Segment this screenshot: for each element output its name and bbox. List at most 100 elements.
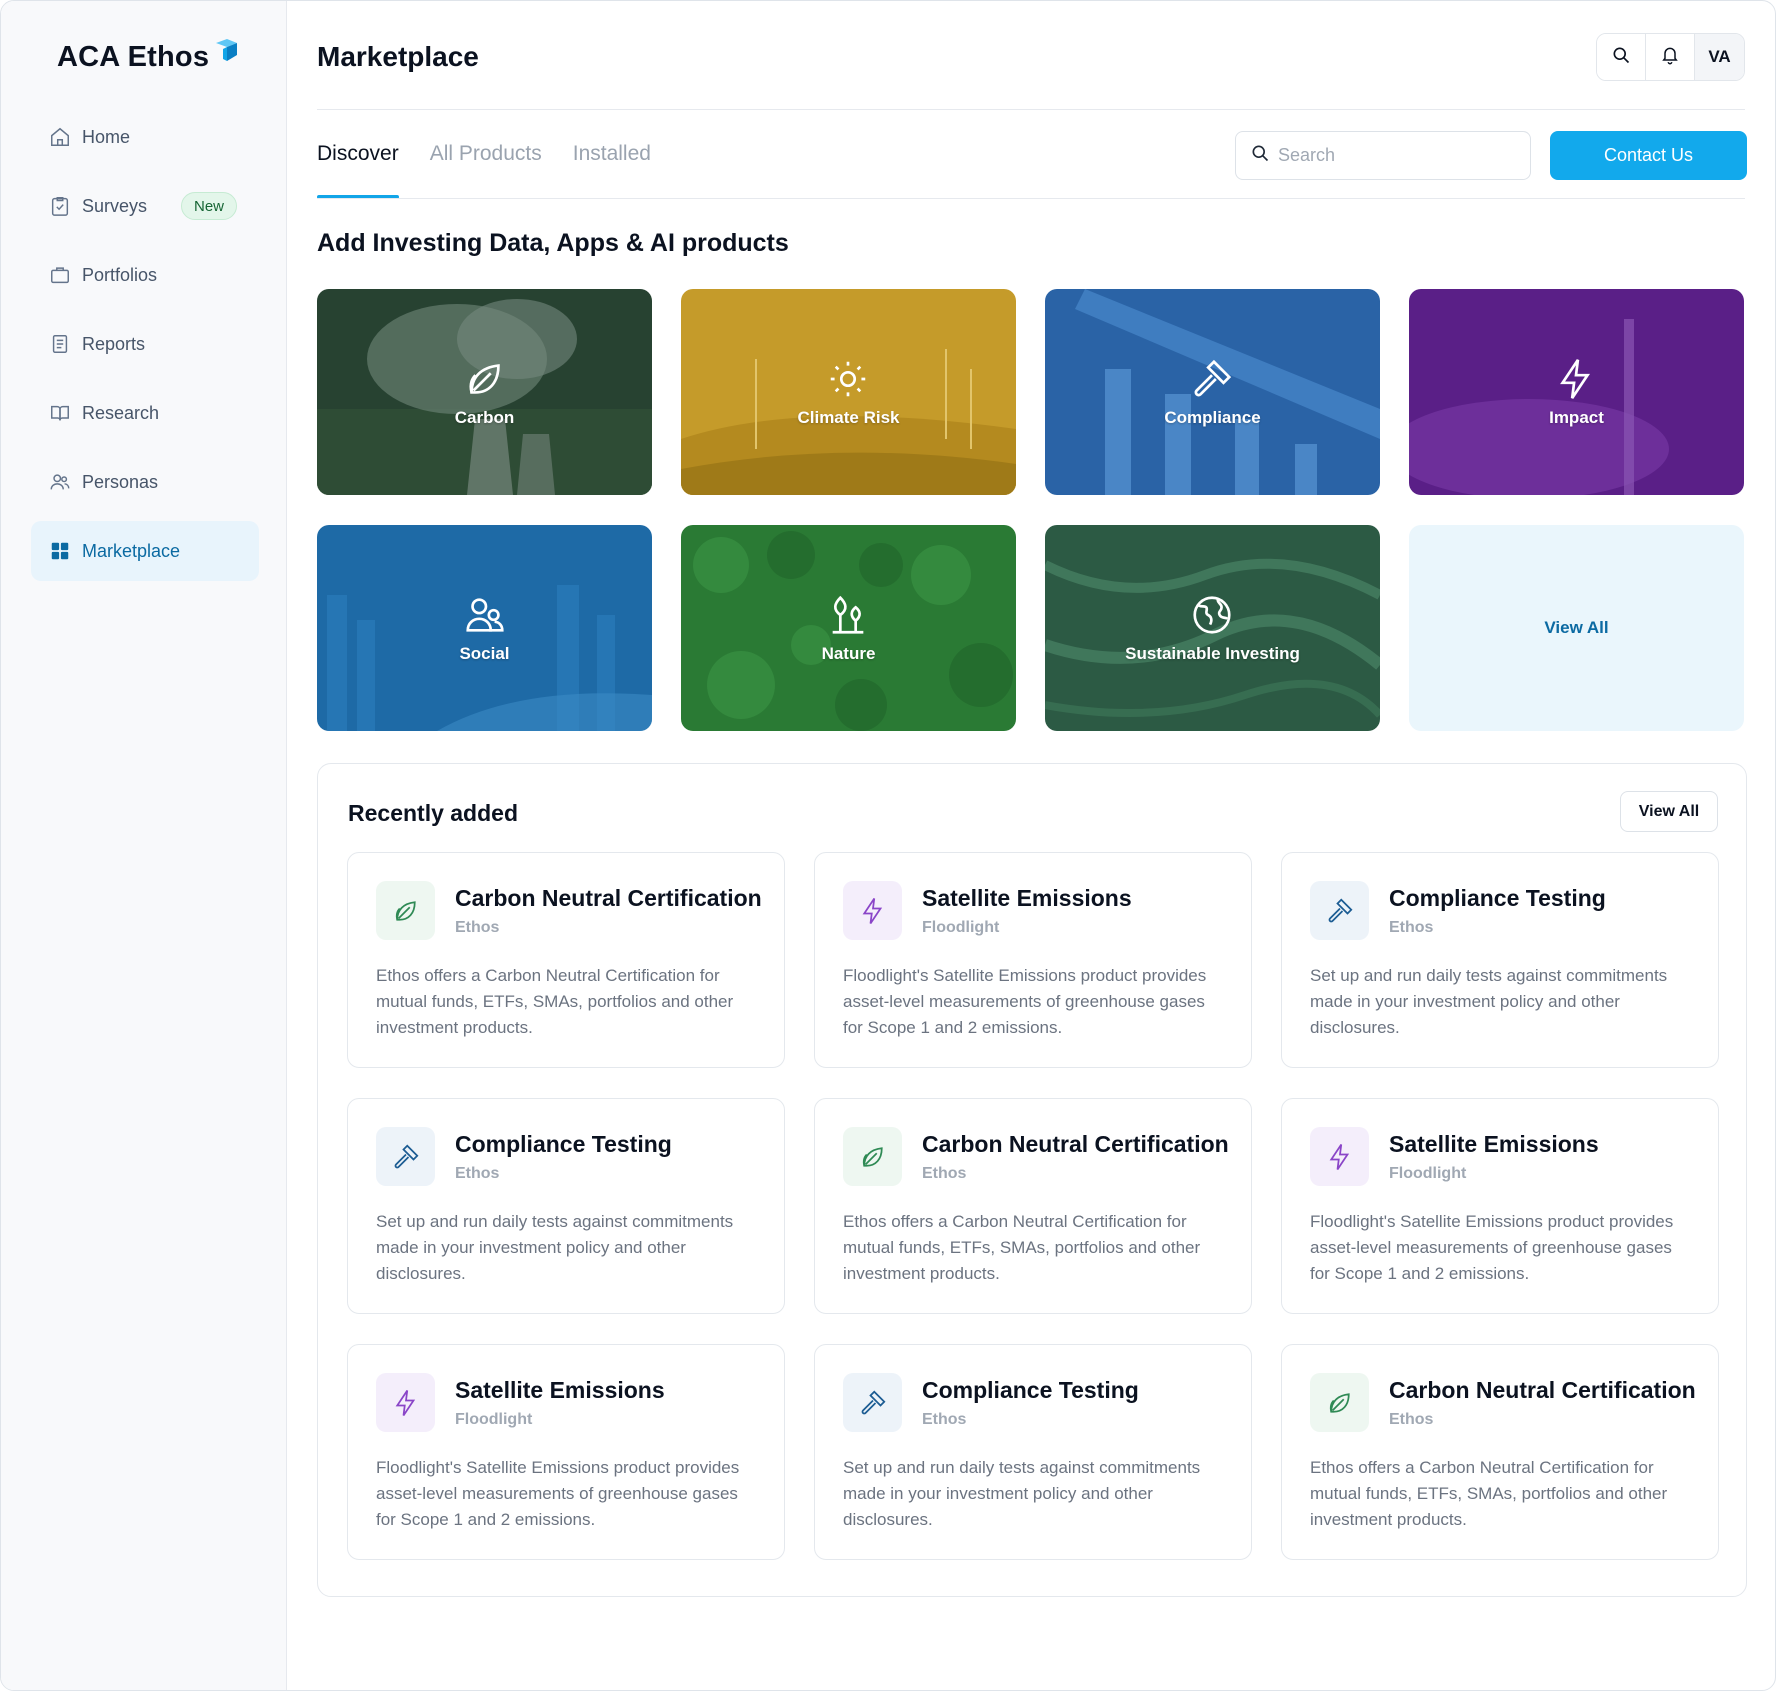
- lightning-icon: [1310, 1127, 1369, 1186]
- contact-us-button[interactable]: Contact Us: [1550, 131, 1747, 180]
- tab-installed[interactable]: Installed: [573, 129, 651, 199]
- product-card[interactable]: Satellite Emissions Floodlight Floodlight'…: [814, 852, 1252, 1068]
- product-card[interactable]: Satellite Emissions Floodlight Floodlight'…: [1281, 1098, 1719, 1314]
- search-input[interactable]: [1278, 145, 1518, 166]
- product-title: Satellite Emissions: [922, 885, 1132, 911]
- users-icon: [49, 471, 71, 493]
- search-box: [1235, 131, 1531, 180]
- clipboard-icon: [49, 195, 71, 217]
- notifications-button[interactable]: [1646, 34, 1695, 80]
- app-logo[interactable]: ACA Ethos: [57, 38, 239, 74]
- product-description: Set up and run daily tests against commi…: [1310, 966, 1668, 1037]
- gavel-icon: [376, 1127, 435, 1186]
- sidebar-item-label: Surveys: [82, 195, 148, 216]
- product-vendor: Ethos: [1389, 919, 1434, 936]
- category-label: Carbon: [454, 408, 515, 427]
- product-card[interactable]: Carbon Neutral Certification Ethos Ethos o…: [347, 852, 785, 1068]
- grid-icon: [49, 540, 71, 562]
- lightning-icon: [843, 881, 902, 940]
- tab-all-products[interactable]: All Products: [430, 129, 542, 199]
- product-description: Ethos offers a Carbon Neutral Certificat…: [1310, 1458, 1668, 1529]
- product-vendor: Ethos: [922, 1411, 967, 1428]
- product-vendor: Ethos: [1389, 1411, 1434, 1428]
- product-description: Floodlight's Satellite Emissions product…: [376, 1458, 740, 1529]
- page-title: Marketplace: [317, 41, 479, 72]
- sidebar-item-marketplace[interactable]: Marketplace: [31, 521, 259, 581]
- product-description: Floodlight's Satellite Emissions product…: [843, 966, 1207, 1037]
- avatar[interactable]: VA: [1695, 34, 1744, 80]
- logo-text: ACA Ethos: [57, 41, 210, 73]
- product-title: Compliance Testing: [922, 1377, 1139, 1403]
- product-card[interactable]: Carbon Neutral Certification Ethos Ethos o…: [1281, 1344, 1719, 1560]
- view-all-button[interactable]: View All: [1620, 791, 1718, 832]
- product-description: Ethos offers a Carbon Neutral Certificat…: [376, 966, 734, 1037]
- sidebar-item-surveys[interactable]: Surveys New: [31, 176, 259, 236]
- recently-added-panel: Recently added View All Carbon Neutral C…: [317, 763, 1747, 1597]
- sidebar: ACA Ethos Home Surveys New Portfolios Re…: [1, 1, 287, 1690]
- product-title: Carbon Neutral Certification: [455, 885, 762, 911]
- search-icon: [1611, 45, 1631, 70]
- sidebar-item-label: Reports: [82, 333, 146, 354]
- sidebar-item-home[interactable]: Home: [31, 107, 259, 167]
- product-title: Carbon Neutral Certification: [922, 1131, 1229, 1157]
- gavel-icon: [1310, 881, 1369, 940]
- sidebar-nav: Home Surveys New Portfolios Reports Rese…: [31, 107, 259, 590]
- product-title: Satellite Emissions: [455, 1377, 665, 1403]
- sidebar-item-portfolios[interactable]: Portfolios: [31, 245, 259, 305]
- category-tile-climate-risk[interactable]: Climate Risk: [681, 289, 1016, 495]
- tab-bar: Discover All Products Installed: [317, 129, 682, 199]
- main-content: Marketplace VA Discover All Products Ins…: [287, 1, 1775, 1690]
- document-icon: [49, 333, 71, 355]
- sidebar-item-research[interactable]: Research: [31, 383, 259, 443]
- product-card[interactable]: Compliance Testing Ethos Set up and run da…: [814, 1344, 1252, 1560]
- briefcase-icon: [49, 264, 71, 286]
- leaf-icon: [468, 364, 500, 394]
- sidebar-item-label: Portfolios: [82, 264, 158, 285]
- category-label: Climate Risk: [797, 408, 900, 427]
- product-title: Compliance Testing: [455, 1131, 672, 1157]
- product-vendor: Floodlight: [455, 1411, 533, 1428]
- top-actions: VA: [1596, 33, 1745, 81]
- globe-icon: [1193, 596, 1232, 634]
- leaf-icon: [1310, 1373, 1369, 1432]
- logo-mark-icon: [213, 37, 239, 71]
- gavel-icon: [843, 1373, 902, 1432]
- search-icon: [1250, 143, 1270, 168]
- sidebar-item-personas[interactable]: Personas: [31, 452, 259, 512]
- category-tile-carbon[interactable]: Carbon: [317, 289, 652, 495]
- home-icon: [49, 126, 71, 148]
- view-all-label: View All: [1544, 618, 1609, 637]
- category-label: Impact: [1549, 408, 1604, 427]
- tab-discover[interactable]: Discover: [317, 129, 399, 199]
- category-tile-compliance[interactable]: Compliance: [1045, 289, 1380, 495]
- category-tile-impact[interactable]: Impact: [1409, 289, 1744, 495]
- category-label: Social: [459, 644, 510, 663]
- leaf-icon: [843, 1127, 902, 1186]
- view-all-categories-tile[interactable]: View All: [1409, 525, 1744, 731]
- sidebar-item-label: Personas: [82, 471, 159, 492]
- lightning-icon: [1560, 359, 1591, 399]
- product-card[interactable]: Carbon Neutral Certification Ethos Ethos o…: [814, 1098, 1252, 1314]
- product-description: Ethos offers a Carbon Neutral Certificat…: [843, 1212, 1201, 1283]
- product-card[interactable]: Compliance Testing Ethos Set up and run da…: [1281, 852, 1719, 1068]
- category-tile-social[interactable]: Social: [317, 525, 652, 731]
- search-button[interactable]: [1597, 34, 1646, 80]
- app-window: ACA Ethos Home Surveys New Portfolios Re…: [0, 0, 1776, 1691]
- product-title: Satellite Emissions: [1389, 1131, 1599, 1157]
- leaf-icon: [376, 881, 435, 940]
- sidebar-item-label: Research: [82, 402, 160, 423]
- product-vendor: Ethos: [455, 919, 500, 936]
- bell-icon: [1660, 45, 1680, 70]
- sidebar-item-reports[interactable]: Reports: [31, 314, 259, 374]
- sun-icon: [831, 361, 866, 397]
- product-card[interactable]: Satellite Emissions Floodlight Floodlight'…: [347, 1344, 785, 1560]
- product-card[interactable]: Compliance Testing Ethos Set up and run da…: [347, 1098, 785, 1314]
- lightning-icon: [376, 1373, 435, 1432]
- category-tile-nature[interactable]: Nature: [681, 525, 1016, 731]
- section-title: Add Investing Data, Apps & AI products: [317, 229, 789, 257]
- category-tile-sustainable-investing[interactable]: Sustainable Investing: [1045, 525, 1380, 731]
- product-description: Floodlight's Satellite Emissions product…: [1310, 1212, 1674, 1283]
- users-icon: [465, 598, 504, 632]
- plant-icon: [833, 595, 864, 634]
- gavel-icon: [1195, 359, 1232, 397]
